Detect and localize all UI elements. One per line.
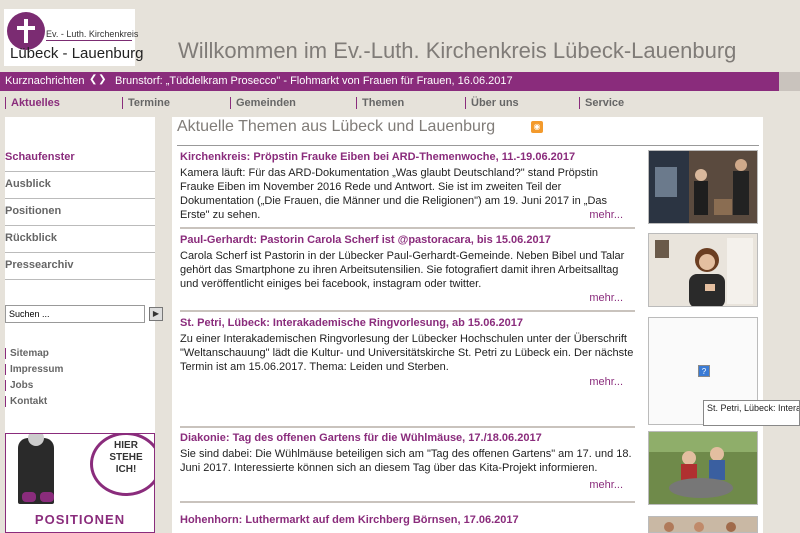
garden-photo xyxy=(649,432,757,504)
sidebar-item-pressearchiv[interactable]: Pressearchiv xyxy=(5,253,155,280)
banner-bubble-text: HIER STEHE ICH! xyxy=(109,440,143,475)
article-title-link[interactable]: Kirchenkreis: Pröpstin Frauke Eiben bei … xyxy=(180,151,635,163)
article-divider xyxy=(180,227,635,229)
positionen-banner[interactable]: HIER STEHE ICH! POSITIONEN xyxy=(5,433,155,533)
more-link[interactable]: mehr... xyxy=(589,292,623,304)
image-tooltip: St. Petri, Lübeck: Interakademische Ring… xyxy=(703,400,800,426)
article-title-link[interactable]: St. Petri, Lübeck: Interakademische Ring… xyxy=(180,317,635,329)
boot-icon xyxy=(40,492,54,502)
sidebar-item-label: Ausblick xyxy=(5,178,51,190)
link-sitemap[interactable]: Sitemap xyxy=(5,348,49,359)
link-kontakt[interactable]: Kontakt xyxy=(5,396,47,407)
article-thumbnail[interactable] xyxy=(648,431,758,505)
sidebar-item-label: Schaufenster xyxy=(5,151,75,163)
link-impressum[interactable]: Impressum xyxy=(5,364,63,375)
more-link[interactable]: mehr... xyxy=(589,376,623,388)
article-title-link[interactable]: Paul-Gerhardt: Pastorin Carola Scherf is… xyxy=(180,234,635,246)
broken-image-icon: ? xyxy=(698,365,710,377)
article-item: Hohenhorn: Luthermarkt auf dem Kirchberg… xyxy=(180,514,635,526)
article-title-link[interactable]: Diakonie: Tag des offenen Gartens für di… xyxy=(180,432,635,444)
article-teaser: Zu einer Interakademischen Ringvorlesung… xyxy=(180,333,634,373)
ticker-news-link[interactable]: Brunstorf: „Tüddelkram Prosecco" - Flohm… xyxy=(115,75,513,87)
heading-divider xyxy=(177,145,759,146)
article-thumbnail[interactable] xyxy=(648,150,758,224)
search-button[interactable]: ▶ xyxy=(149,307,163,321)
article-teaser: Sie sind dabei: Die Wühlmäuse beteiligen… xyxy=(180,448,632,474)
sidebar-item-ausblick[interactable]: Ausblick xyxy=(5,172,155,199)
ticker-end-cap xyxy=(779,72,800,91)
nav-item-themen[interactable]: Themen xyxy=(356,97,404,109)
nav-item-service[interactable]: Service xyxy=(579,97,624,109)
more-link[interactable]: mehr... xyxy=(589,209,623,221)
article-thumbnail[interactable] xyxy=(648,233,758,307)
article-divider xyxy=(180,310,635,312)
news-ticker: Kurznachrichten ❮ ❯ Brunstorf: „Tüddelkr… xyxy=(0,72,779,91)
sidebar-item-positionen[interactable]: Positionen xyxy=(5,199,155,226)
main-content: Aktuelle Themen aus Lübeck und Lauenburg… xyxy=(172,117,763,533)
article-title-link[interactable]: Hohenhorn: Luthermarkt auf dem Kirchberg… xyxy=(180,514,635,526)
article-item: Diakonie: Tag des offenen Gartens für di… xyxy=(180,432,635,475)
sidebar-item-label: Pressearchiv xyxy=(5,259,74,271)
logo-title: Lübeck - Lauenburg xyxy=(10,45,144,62)
article-teaser: Carola Scherf ist Pastorin in der Lübeck… xyxy=(180,250,625,290)
nav-item-termine[interactable]: Termine xyxy=(122,97,170,109)
page-title: Willkommen im Ev.-Luth. Kirchenkreis Lüb… xyxy=(178,38,737,63)
article-thumbnail[interactable] xyxy=(648,516,758,533)
link-jobs[interactable]: Jobs xyxy=(5,380,33,391)
sidebar-item-label: Rückblick xyxy=(5,232,57,244)
article-teaser: Kamera läuft: Für das ARD-Dokumentation … xyxy=(180,167,608,221)
more-link[interactable]: mehr... xyxy=(589,479,623,491)
article-item: Paul-Gerhardt: Pastorin Carola Scherf is… xyxy=(180,234,635,291)
nav-item-aktuelles[interactable]: Aktuelles xyxy=(5,97,60,109)
nav-item-gemeinden[interactable]: Gemeinden xyxy=(230,97,296,109)
banner-title: POSITIONEN xyxy=(34,512,126,527)
search-input[interactable] xyxy=(5,305,145,323)
ticker-arrows-icon[interactable]: ❮ ❯ xyxy=(89,74,107,85)
pastor-photo xyxy=(649,234,757,306)
ticker-label: Kurznachrichten xyxy=(5,75,85,87)
main-navigation: Aktuelles Termine Gemeinden Themen Über … xyxy=(0,95,800,111)
market-photo xyxy=(649,517,757,532)
rss-icon[interactable]: ◉ xyxy=(531,121,543,133)
tv-studio-photo xyxy=(649,151,757,223)
sidebar-item-schaufenster[interactable]: Schaufenster xyxy=(5,145,155,172)
article-item: St. Petri, Lübeck: Interakademische Ring… xyxy=(180,317,635,374)
sidebar-item-label: Positionen xyxy=(5,205,62,217)
section-heading: Aktuelle Themen aus Lübeck und Lauenburg xyxy=(177,118,496,135)
article-item: Kirchenkreis: Pröpstin Frauke Eiben bei … xyxy=(180,151,635,222)
logo-subtitle: Ev. - Luth. Kirchenkreis xyxy=(46,29,139,39)
boot-icon xyxy=(22,492,36,502)
sidebar-item-rueckblick[interactable]: Rückblick xyxy=(5,226,155,253)
nav-item-ueber-uns[interactable]: Über uns xyxy=(465,97,519,109)
logo-divider xyxy=(46,40,132,41)
article-divider xyxy=(180,501,635,503)
article-divider xyxy=(180,426,635,428)
site-logo[interactable]: Ev. - Luth. Kirchenkreis Lübeck - Lauenb… xyxy=(4,9,143,66)
